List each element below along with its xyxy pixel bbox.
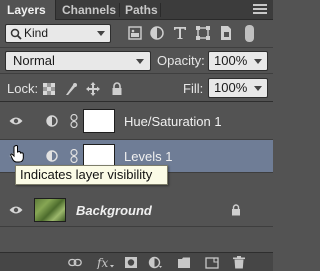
chevron-down-icon [254,86,262,91]
type-filter-icon[interactable] [172,25,188,41]
lock-image-pixels-icon[interactable] [64,82,78,96]
panel-tab-bar: Layers Channels Paths [0,0,273,20]
levels-adjustment-icon [46,150,58,162]
pixel-filter-icon[interactable] [127,25,143,41]
mask-link-icon[interactable] [70,114,78,128]
add-mask-icon[interactable] [124,256,138,269]
smart-object-filter-icon[interactable] [218,25,234,41]
layer-name[interactable]: Hue/Saturation 1 [124,114,222,129]
opacity-label: Opacity: [157,53,205,68]
new-group-icon[interactable] [177,256,191,269]
svg-text:fx: fx [96,256,108,269]
layer-row-hue-saturation[interactable]: Hue/Saturation 1 [0,102,273,140]
lock-transparent-pixels-icon[interactable] [42,82,56,96]
tab-channels[interactable]: Channels [62,0,116,20]
layer-name[interactable]: Levels 1 [124,149,172,164]
eye-icon[interactable] [9,205,23,215]
lock-icon [232,204,240,216]
hand-cursor-icon [10,145,24,163]
layer-image-thumbnail[interactable] [34,198,66,222]
lock-all-icon[interactable] [110,82,124,96]
opacity-value: 100% [214,53,248,68]
tab-divider [160,3,161,17]
blend-mode-value: Normal [13,53,55,68]
visibility-tooltip: Indicates layer visibility [15,165,168,185]
fx-layer-style-icon[interactable]: fx [96,256,114,269]
hue-saturation-adjustment-icon [46,115,58,127]
opacity-field[interactable]: 100% [208,51,268,71]
lock-label: Lock: [7,81,39,96]
layer-filter-bar: Kind [0,20,273,47]
new-adjustment-layer-icon[interactable] [148,256,162,269]
lock-options-row: Lock: Fill: 100% [0,73,273,102]
adjustment-filter-icon[interactable] [149,25,165,41]
new-layer-icon[interactable] [205,256,219,269]
fill-field[interactable]: 100% [208,78,268,98]
lock-position-icon[interactable] [86,82,100,96]
filter-kind-label: Kind [24,26,49,40]
filter-kind-select[interactable]: Kind [5,24,111,43]
filter-toggle-switch[interactable] [245,25,254,42]
tab-layers[interactable]: Layers [0,0,56,20]
blend-mode-select[interactable]: Normal [5,51,151,71]
chevron-down-icon [254,59,262,64]
eye-icon[interactable] [9,116,23,126]
chevron-down-icon [136,59,144,64]
mask-link-icon[interactable] [70,149,78,163]
search-icon [10,28,22,40]
tab-divider [119,3,120,17]
layer-mask-thumbnail[interactable] [83,109,115,133]
fill-label: Fill: [183,81,204,96]
layers-panel-footer: fx [0,252,273,271]
layer-row-background[interactable]: Background [0,194,273,227]
panel-menu-icon[interactable] [253,4,267,16]
shape-filter-icon[interactable] [195,25,211,41]
tab-paths[interactable]: Paths [125,0,158,20]
chevron-down-icon [97,31,105,36]
trash-icon[interactable] [232,256,246,269]
blend-options-row: Normal Opacity: 100% [0,47,273,73]
fill-value: 100% [214,80,248,95]
link-layers-icon[interactable] [68,256,82,269]
layer-name[interactable]: Background [76,203,152,218]
